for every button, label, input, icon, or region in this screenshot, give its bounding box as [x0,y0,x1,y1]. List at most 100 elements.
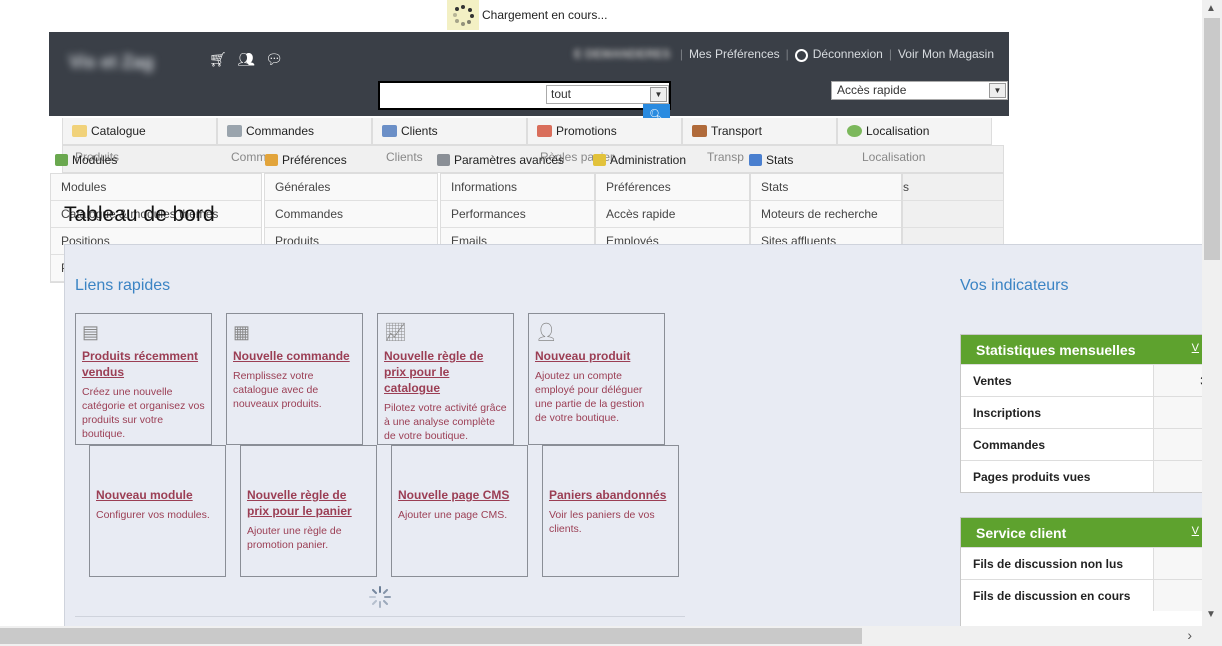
chevron-down-icon[interactable]: ▼ [650,87,667,102]
monthly-stats-title: Statistiques mensuelles [976,341,1136,358]
menu-item[interactable]: Moteurs de recherche [751,201,901,228]
tab-advanced-parameters[interactable]: Paramètres avancés [437,148,593,172]
quick-link-name[interactable]: Nouvelle commande [233,348,356,364]
quick-link-tile[interactable]: Nouvelle page CMS Ajouter une page CMS. [391,445,528,577]
quick-link-desc: Ajouter une page CMS. [398,509,508,521]
book-icon: ▤ [82,322,100,342]
scroll-up-icon[interactable]: ▲ [1206,3,1216,14]
stat-row: Inscriptions [961,396,1219,428]
tab-commandes[interactable]: Commandes [217,118,372,145]
menu-item[interactable]: Générales [265,174,437,201]
quick-link-tile[interactable]: ▤ Produits récemment vendus Créez une no… [75,313,212,445]
admin-page: { "loading": {"text": "Chargement en cou… [0,0,1222,646]
shop-name[interactable]: Vis et Zag [69,52,179,76]
divider [75,616,685,617]
tab-administration[interactable]: Administration [593,148,749,172]
quick-link-tile[interactable]: ▦ Nouvelle commande Remplissez votre cat… [226,313,363,445]
tab-transport[interactable]: Transport [682,118,837,145]
tab-catalogue[interactable]: Catalogue [62,118,217,145]
quick-link-name[interactable]: Nouvelle règle de prix pour le catalogue [384,348,507,396]
customer-service-title: Service client [976,524,1067,541]
monthly-stats-box: Statistiques mensuelles V Ventes3: Inscri… [960,334,1220,493]
tab-stats[interactable]: Stats [749,148,803,172]
stat-row: Pages produits vues [961,460,1219,492]
customer-service-box: Service client V Fils de discussion non l… [960,517,1220,627]
ghost-submenu-item: Localisation [862,150,926,164]
menu-item[interactable]: Accès rapide [596,201,749,228]
search-input[interactable]: tout ▼ [378,81,671,110]
logout-link[interactable]: Déconnexion [813,47,883,61]
truck-icon [692,125,707,137]
power-icon[interactable] [794,48,808,62]
scroll-right-icon[interactable]: › [1187,627,1192,643]
menu-item[interactable]: Modules [51,174,261,201]
horizontal-scrollbar[interactable]: › [0,626,1202,646]
quick-link-tile[interactable]: 📈︎ Nouvelle règle de prix pour le catalo… [377,313,514,445]
scrollbar-thumb[interactable] [0,628,862,644]
customers-icon[interactable]: 👥︎ [237,50,255,68]
scroll-down-icon[interactable]: ▼ [1206,609,1216,620]
admin-header: Vis et Zag 🛒︎ 👥︎ 💬︎ E DEMANDERES | Mes P… [49,32,1009,126]
indicators-title: Vos indicateurs [960,277,1069,294]
view-more-link[interactable]: V [1192,525,1199,537]
chevron-down-icon[interactable]: ▼ [989,83,1006,98]
main-menu: Catalogue Commandes Clients Promotions T… [62,118,1004,145]
puzzle-icon [55,154,68,166]
quick-link-desc: Voir les paniers de vos clients. [549,509,655,535]
quick-access-select[interactable]: Accès rapide ▼ [831,81,1008,100]
menu-item[interactable]: Performances [441,201,594,228]
quick-link-desc: Ajoutez un compte employé pour déléguer … [535,370,645,424]
tab-preferences[interactable]: Préférences [265,148,437,172]
menu-item[interactable]: Préférences [596,174,749,201]
page-title: Tableau de bord [64,203,215,226]
quick-link-desc: Ajouter une règle de promotion panier. [247,525,342,551]
quick-link-name[interactable]: Produits récemment vendus [82,348,205,380]
quick-link-desc: Pilotez votre activité grâce à une analy… [384,402,507,442]
cart-icon [227,125,242,137]
vertical-scrollbar[interactable]: ▲ ▼ [1202,0,1222,626]
tab-modules[interactable]: Modules [55,148,265,172]
loading-spinner-icon [369,586,391,608]
quick-link-tile[interactable]: 👤︎ Nouveau produit Ajoutez un compte emp… [528,313,665,445]
bar-chart-icon [749,154,762,166]
quick-link-tile[interactable]: Nouvelle règle de prix pour le panier Aj… [240,445,377,577]
quick-link-name[interactable]: Nouvelle règle de prix pour le panier [247,487,370,519]
quick-link-name[interactable]: Nouveau produit [535,348,658,364]
menu-item[interactable]: Informations [441,174,594,201]
stat-row: Fils de discussion en cours [961,579,1219,611]
folder-icon [72,125,87,137]
cart-icon[interactable]: 🛒︎ [209,50,227,68]
user-icon [382,125,397,137]
tools-icon [437,154,450,166]
quick-link-name[interactable]: Paniers abandonnés [549,487,672,503]
loading-text: Chargement en cours... [482,8,608,22]
tab-clients[interactable]: Clients [372,118,527,145]
quick-links-title: Liens rapides [75,277,171,294]
menu-item[interactable]: s [903,174,1003,201]
menu-item[interactable]: Stats [751,174,901,201]
tab-localisation[interactable]: Localisation [837,118,992,145]
chart-line-icon: 📈︎ [384,322,407,342]
promotion-icon [537,125,552,137]
key-icon [593,154,606,166]
my-preferences-link[interactable]: Mes Préférences [689,47,780,61]
quick-link-desc: Créez une nouvelle catégorie et organise… [82,386,205,440]
view-shop-link[interactable]: Voir Mon Magasin [898,47,994,61]
stat-row: Fils de discussion non lus [961,547,1219,579]
view-more-link[interactable]: V [1192,342,1199,354]
quick-link-desc: Remplissez votre catalogue avec de nouve… [233,370,322,410]
messages-icon[interactable]: 💬︎ [265,50,283,68]
loading-spinner-icon [447,0,479,30]
quick-link-tile[interactable]: Paniers abandonnés Voir les paniers de v… [542,445,679,577]
search-scope-select[interactable]: tout ▼ [546,85,669,104]
quick-link-desc: Configurer vos modules. [96,509,210,521]
scrollbar-thumb[interactable] [1204,18,1220,260]
stat-row: Ventes3: [961,364,1219,396]
loading-banner: Chargement en cours... [447,0,607,30]
quick-link-name[interactable]: Nouvelle page CMS [398,487,521,503]
menu-item[interactable]: Commandes [265,201,437,228]
quick-link-tile[interactable]: Nouveau module Configurer vos modules. [89,445,226,577]
tab-promotions[interactable]: Promotions [527,118,682,145]
building-icon: ▦ [233,322,251,342]
quick-link-name[interactable]: Nouveau module [96,487,219,503]
